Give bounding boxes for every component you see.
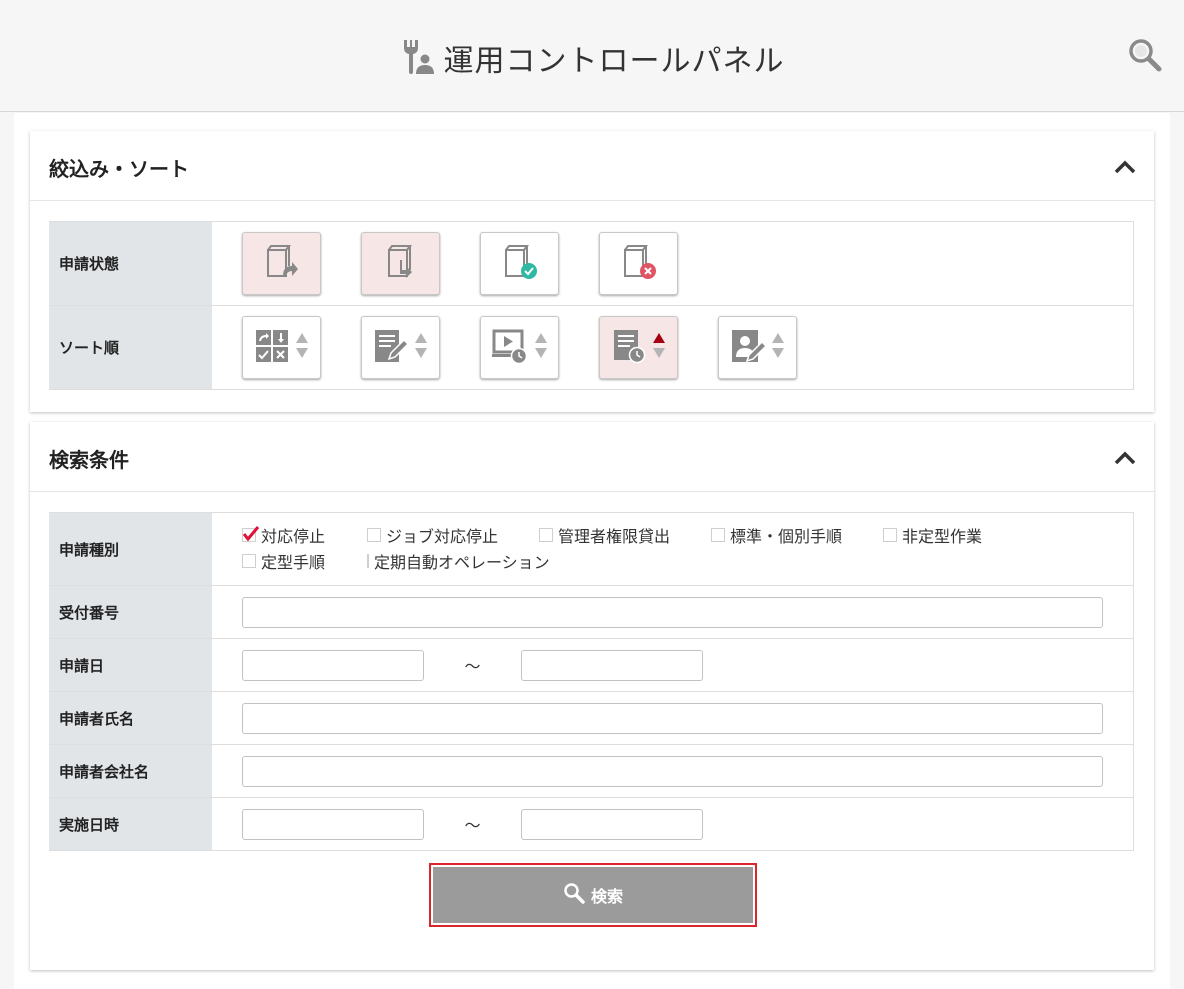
sort-toggle-icon: [295, 332, 309, 364]
receipt-number-input[interactable]: [242, 596, 1103, 628]
sort-edit-button[interactable]: [361, 316, 440, 379]
workflow-status-icon: [254, 328, 290, 368]
sort-user-edit-button[interactable]: [718, 316, 797, 379]
company-row: 申請者会社名: [49, 744, 1134, 798]
type-option-label: 標準・個別手順: [730, 527, 843, 546]
sort-buttons: [212, 305, 1134, 390]
sort-toggle-icon: [534, 332, 548, 364]
type-option-label: 定期自動オペレーション: [374, 553, 550, 572]
receipt-cell: [212, 585, 1134, 639]
checkbox[interactable]: [242, 554, 256, 568]
range-separator: ～: [464, 657, 481, 676]
sort-toggle-icon: [414, 332, 428, 364]
type-label: 申請種別: [49, 512, 212, 586]
type-option-label: ジョブ対応停止: [386, 527, 499, 546]
search-conditions-table: 申請種別 対応停止 ジョブ対応停止 管理者権限貸出 標準・個別手順 非定型作業 …: [49, 512, 1134, 851]
header-search-icon[interactable]: [1128, 38, 1162, 72]
sort-asc-active-icon: [652, 332, 666, 364]
screen-clock-icon: [491, 328, 529, 368]
doc-forward-icon: [265, 244, 299, 284]
apply-date-row: 申請日 ～: [49, 638, 1134, 692]
receipt-label: 受付番号: [49, 585, 212, 639]
type-option-fixed-procedure[interactable]: 定型手順: [237, 549, 362, 573]
checkbox[interactable]: [367, 554, 369, 568]
receipt-row: 受付番号: [49, 585, 1134, 639]
control-panel-icon: [400, 37, 434, 79]
apply-date-from-input[interactable]: [242, 649, 424, 681]
doc-return-icon: [384, 244, 418, 284]
applicant-label: 申請者氏名: [49, 691, 212, 745]
page-body: 絞込み・ソート 申請状態 ソート順 検索条件 申請種別 対応停止 ジョブ対応停止…: [14, 113, 1170, 989]
applicant-cell: [212, 691, 1134, 745]
status-rejected-button[interactable]: [599, 232, 678, 295]
chevron-up-icon[interactable]: [1114, 159, 1136, 174]
checkbox[interactable]: [539, 528, 553, 542]
doc-clock-icon: [611, 328, 647, 368]
type-option-label: 非定型作業: [902, 527, 983, 546]
search-icon: [563, 882, 585, 908]
exec-date-label: 実施日時: [49, 797, 212, 851]
sort-toggle-icon: [771, 332, 785, 364]
company-label: 申請者会社名: [49, 744, 212, 798]
apply-date-to-input[interactable]: [521, 649, 703, 681]
apply-date-cell: ～: [212, 638, 1134, 692]
checkbox-checked[interactable]: [242, 526, 260, 542]
sort-row: ソート順: [49, 305, 1134, 390]
doc-rejected-icon: [621, 244, 657, 284]
doc-edit-icon: [373, 328, 410, 368]
checkbox[interactable]: [367, 528, 381, 542]
status-return-button[interactable]: [361, 232, 440, 295]
filter-sort-panel: 絞込み・ソート 申請状態 ソート順: [30, 131, 1154, 412]
exec-date-from-input[interactable]: [242, 808, 424, 840]
search-conditions-panel: 検索条件 申請種別 対応停止 ジョブ対応停止 管理者権限貸出 標準・個別手順 非…: [30, 422, 1154, 970]
page-title: 運用コントロールパネル: [443, 44, 785, 79]
type-option-label: 定型手順: [261, 553, 326, 572]
user-edit-icon: [730, 328, 768, 368]
filter-sort-table: 申請状態 ソート順: [49, 221, 1134, 390]
company-name-input[interactable]: [242, 755, 1103, 787]
status-approved-button[interactable]: [480, 232, 559, 295]
type-option-label: 管理者権限貸出: [558, 527, 671, 546]
search-conditions-title: 検索条件: [49, 448, 129, 472]
company-cell: [212, 744, 1134, 798]
chevron-up-icon[interactable]: [1114, 450, 1136, 465]
filter-sort-header[interactable]: 絞込み・ソート: [30, 131, 1154, 201]
sort-status-button[interactable]: [242, 316, 321, 379]
sort-doc-clock-button[interactable]: [599, 316, 678, 379]
search-button-focus-ring: 検索: [429, 863, 757, 927]
type-option-suspend[interactable]: 対応停止: [237, 523, 362, 547]
exec-date-cell: ～: [212, 797, 1134, 851]
applicant-name-input[interactable]: [242, 702, 1103, 734]
type-checkboxes: 対応停止 ジョブ対応停止 管理者権限貸出 標準・個別手順 非定型作業 定型手順 …: [212, 512, 1134, 586]
apply-date-label: 申請日: [49, 638, 212, 692]
sort-label: ソート順: [49, 305, 212, 390]
type-option-scheduled-auto-op[interactable]: 定期自動オペレーション: [362, 549, 550, 573]
search-button-label: 検索: [590, 887, 623, 906]
sort-screen-clock-button[interactable]: [480, 316, 559, 379]
status-label: 申請状態: [49, 221, 212, 306]
exec-date-to-input[interactable]: [521, 808, 703, 840]
type-option-label: 対応停止: [261, 527, 326, 546]
type-option-admin-lending[interactable]: 管理者権限貸出: [534, 523, 706, 547]
exec-date-row: 実施日時 ～: [49, 797, 1134, 851]
checkbox[interactable]: [711, 528, 725, 542]
doc-approved-icon: [502, 244, 538, 284]
type-option-job-suspend[interactable]: ジョブ対応停止: [362, 523, 534, 547]
type-row: 申請種別 対応停止 ジョブ対応停止 管理者権限貸出 標準・個別手順 非定型作業 …: [49, 512, 1134, 586]
range-separator: ～: [464, 816, 481, 835]
app-header: 運用コントロールパネル: [0, 0, 1184, 112]
type-option-standard-procedure[interactable]: 標準・個別手順: [706, 523, 878, 547]
applicant-row: 申請者氏名: [49, 691, 1134, 745]
status-forward-button[interactable]: [242, 232, 321, 295]
search-button[interactable]: 検索: [433, 867, 753, 923]
filter-sort-title: 絞込み・ソート: [49, 157, 189, 181]
checkbox[interactable]: [883, 528, 897, 542]
status-row: 申請状態: [49, 221, 1134, 306]
title-area: 運用コントロールパネル: [0, 36, 1184, 80]
type-option-atypical-work[interactable]: 非定型作業: [878, 523, 1018, 547]
search-conditions-header[interactable]: 検索条件: [30, 422, 1154, 492]
status-buttons: [212, 221, 1134, 306]
